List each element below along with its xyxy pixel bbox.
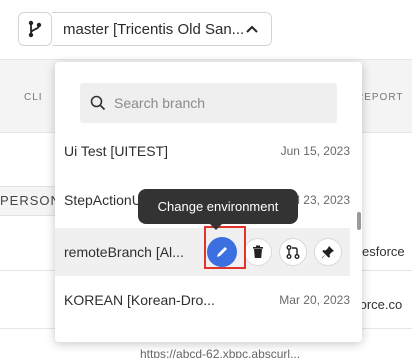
highlight-box — [204, 226, 246, 269]
branch-item-date: Jun 15, 2023 — [280, 144, 350, 158]
tooltip: Change environment — [138, 189, 298, 230]
salesforce-text-2: force.co — [356, 297, 403, 312]
trash-icon — [253, 245, 263, 258]
branch-item-name: KOREAN [Korean-Dro... — [64, 292, 215, 308]
current-branch-label: master [Tricentis Old San... — [63, 20, 245, 38]
pin-branch-button[interactable] — [314, 238, 342, 266]
branch-item[interactable]: KOREAN [Korean-Dro... Mar 20, 2023 — [55, 276, 350, 324]
scrollbar-thumb[interactable] — [357, 212, 361, 230]
column-header-right: REPORT — [356, 92, 404, 103]
search-box[interactable] — [80, 83, 337, 123]
branch-icon — [28, 20, 42, 38]
branch-item-hovered[interactable]: remoteBranch [Al... — [55, 228, 350, 276]
search-icon — [90, 95, 106, 111]
branch-item-name: remoteBranch [Al... — [64, 244, 184, 260]
branch-icon-button[interactable] — [18, 12, 52, 46]
merge-icon — [286, 245, 300, 259]
chevron-up-icon — [246, 25, 258, 33]
branch-select[interactable]: master [Tricentis Old San... — [52, 12, 272, 46]
search-branch-input[interactable] — [114, 95, 324, 111]
salesforce-text-1: esforce — [362, 244, 405, 259]
delete-branch-button[interactable] — [244, 238, 272, 266]
branch-item-date: Mar 20, 2023 — [279, 293, 350, 307]
bottom-url-text: https://abcd-62.xbpc.abscurl... — [140, 347, 301, 358]
person-label: PERSON — [0, 193, 61, 208]
pin-icon — [322, 246, 334, 258]
merge-branch-button[interactable] — [279, 238, 307, 266]
branch-item[interactable]: Ui Test [UITEST] Jun 15, 2023 — [55, 127, 350, 175]
column-header-left: CLI — [24, 92, 43, 103]
branch-item-name: Ui Test [UITEST] — [64, 143, 168, 159]
